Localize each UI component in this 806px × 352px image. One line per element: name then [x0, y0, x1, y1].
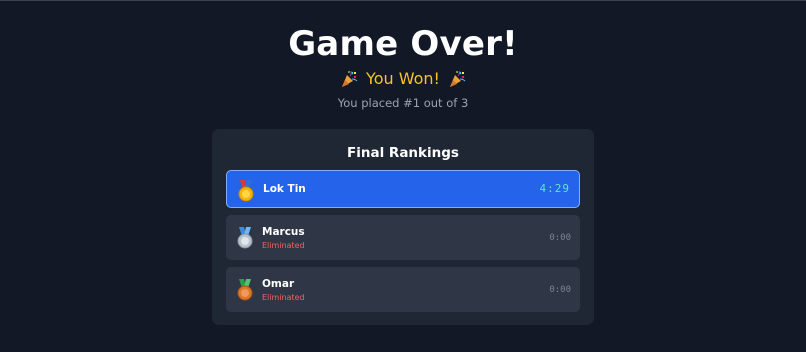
player-time: 4:29	[539, 182, 570, 195]
party-popper-icon	[449, 70, 466, 87]
party-popper-icon	[342, 70, 358, 87]
ranking-row-1: Lok Tin 4:29	[226, 170, 580, 208]
player-time: 0:00	[549, 233, 571, 243]
player-status: Eliminated	[262, 293, 305, 302]
rankings-panel: Final Rankings Lok Tin 4:29 Marcus Elimi…	[212, 129, 594, 325]
gold-medal-icon	[238, 180, 254, 202]
ranking-row-3: Omar Eliminated 0:00	[226, 267, 580, 312]
bronze-medal-icon	[237, 279, 253, 301]
player-name: Omar	[262, 278, 295, 290]
window-top-border	[0, 0, 806, 1]
rankings-title: Final Rankings	[347, 145, 459, 161]
silver-medal-icon	[237, 227, 253, 249]
ranking-row-2: Marcus Eliminated 0:00	[226, 215, 580, 260]
player-name: Lok Tin	[263, 183, 306, 195]
player-name: Marcus	[262, 226, 305, 238]
result-text: You Won!	[366, 69, 440, 88]
player-status: Eliminated	[262, 241, 305, 250]
player-time: 0:00	[549, 285, 571, 295]
page-title: Game Over!	[288, 24, 518, 64]
result-line: You Won!	[0, 69, 806, 88]
placement-text: You placed #1 out of 3	[337, 96, 469, 110]
